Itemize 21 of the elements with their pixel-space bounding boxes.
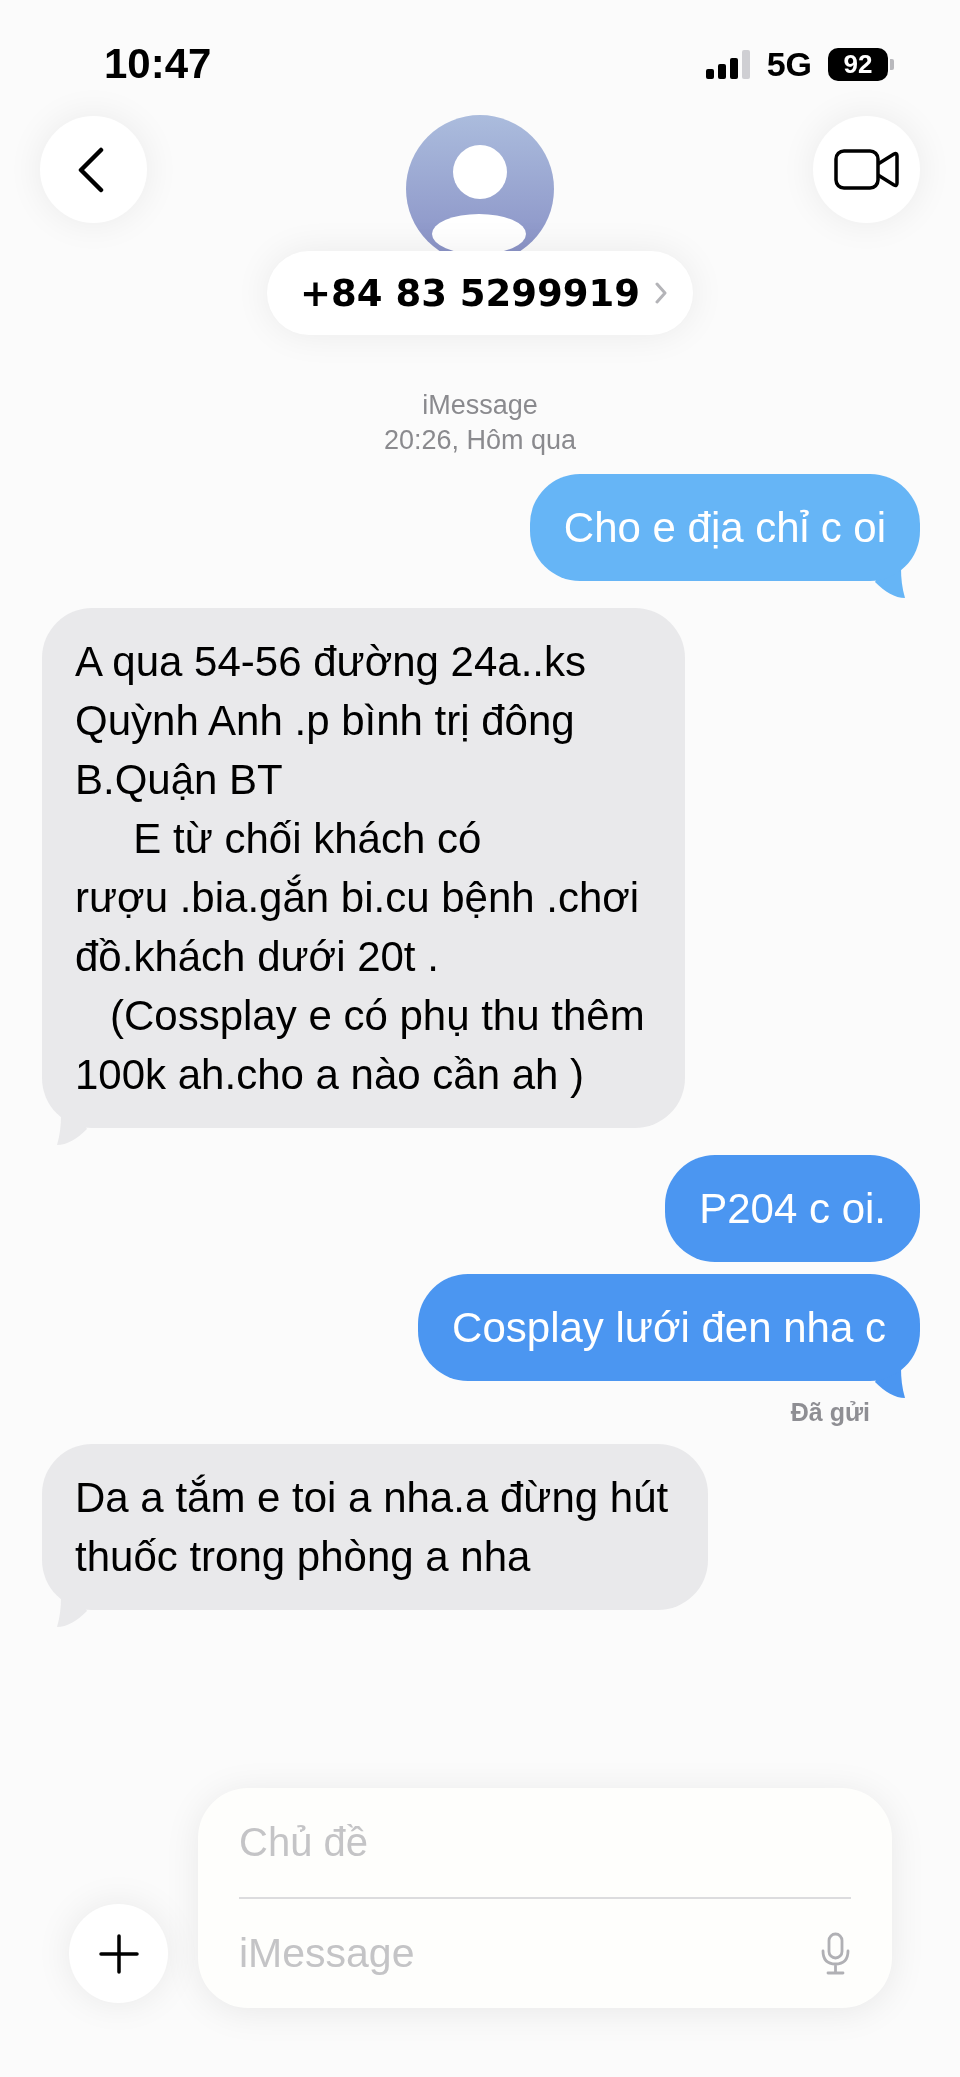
status-time: 10:47 — [104, 43, 212, 85]
plus-icon — [98, 1933, 139, 1974]
signal-bars-icon — [705, 49, 751, 79]
subject-field[interactable]: Chủ đề — [239, 1788, 851, 1897]
message-bubble: A qua 54-56 đường 24a..ks Quỳnh Anh .p bình trị đông B.Quận BT E từ chối khách có rượu .bia.gắn bi.cu bệnh .chơi đồ.khách dưới 20t . (Cossplay e có phụ thu thêm 100k ah.cho a nào cần ah ) — [42, 608, 685, 1128]
service-label: iMessage — [422, 389, 538, 422]
bubble-tail — [875, 1368, 905, 1398]
delivery-status: Đã gửi — [790, 1397, 870, 1427]
message-bubble: Cho e địa chỉ c oi — [529, 474, 920, 581]
message-timestamp: 20:26, Hôm qua — [383, 424, 577, 457]
contact-name-button[interactable]: +84 83 5299919 — [267, 251, 693, 335]
network-label: 5G — [766, 47, 812, 81]
message-bubble: P204 c oi. — [665, 1155, 920, 1262]
bubble-tail — [875, 568, 905, 598]
message-bubble: Da a tắm e toi a nha.a đừng hút thuốc trong phòng a nha — [42, 1444, 709, 1610]
battery-indicator: 92 — [828, 47, 894, 81]
video-camera-icon — [834, 149, 899, 190]
chevron-left-icon — [77, 146, 104, 193]
message-bubble: Cosplay lưới đen nha c — [418, 1274, 920, 1381]
message-field[interactable]: iMessage — [239, 1913, 808, 1994]
chevron-right-icon — [655, 282, 667, 304]
